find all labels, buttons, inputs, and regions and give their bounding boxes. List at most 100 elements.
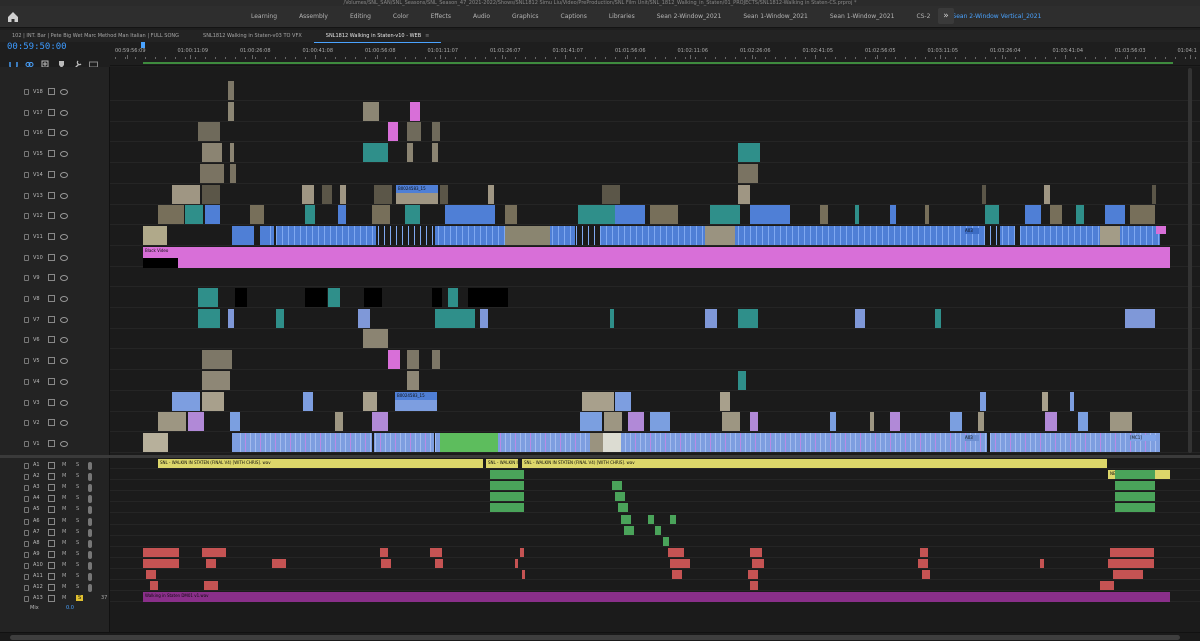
- video-clip[interactable]: [388, 122, 398, 142]
- microphone-icon[interactable]: [88, 506, 92, 515]
- eye-icon[interactable]: [60, 233, 68, 240]
- track-name[interactable]: V3: [33, 400, 40, 406]
- video-clip[interactable]: [980, 391, 986, 411]
- microphone-icon[interactable]: [88, 517, 92, 526]
- eye-icon[interactable]: [60, 254, 68, 261]
- video-clip[interactable]: [202, 370, 230, 390]
- sync-lock-icon[interactable]: [48, 573, 55, 580]
- eye-icon[interactable]: [60, 130, 68, 137]
- sync-lock-icon[interactable]: [48, 274, 55, 282]
- eye-icon[interactable]: [60, 171, 68, 178]
- adjustment-clip[interactable]: [1156, 225, 1166, 234]
- video-clip[interactable]: [198, 122, 220, 142]
- linked-selection-icon[interactable]: [25, 54, 34, 67]
- video-clip[interactable]: [407, 122, 421, 142]
- audio-clip[interactable]: [143, 558, 179, 568]
- eye-icon[interactable]: [60, 358, 68, 365]
- track-name[interactable]: A6: [33, 518, 40, 524]
- solo-button[interactable]: S: [76, 462, 79, 468]
- eye-icon[interactable]: [60, 440, 68, 447]
- video-clip[interactable]: [468, 288, 488, 307]
- video-clip[interactable]: [600, 225, 710, 245]
- mute-button[interactable]: M: [62, 518, 66, 524]
- track-lock-icon[interactable]: [24, 496, 29, 503]
- video-clip[interactable]: [1076, 205, 1084, 225]
- workspace-tab[interactable]: Sean 1-Window_2021: [732, 6, 819, 28]
- track-name[interactable]: V16: [33, 130, 43, 136]
- mute-button[interactable]: M: [62, 506, 66, 512]
- video-clip[interactable]: [158, 205, 184, 225]
- workspace-tab[interactable]: Assembly: [288, 6, 339, 28]
- captions-icon[interactable]: [89, 54, 98, 68]
- audio-clip[interactable]: [380, 547, 388, 557]
- audio-clip[interactable]: [520, 547, 524, 557]
- microphone-icon[interactable]: [88, 462, 92, 470]
- mute-button[interactable]: M: [62, 551, 66, 557]
- sync-lock-icon[interactable]: [48, 357, 55, 365]
- mute-button[interactable]: M: [62, 562, 66, 568]
- sync-lock-icon[interactable]: [48, 506, 55, 514]
- audio-clip[interactable]: [490, 470, 524, 480]
- video-clip[interactable]: [870, 412, 874, 432]
- eye-icon[interactable]: [60, 89, 68, 95]
- video-clip[interactable]: [202, 391, 224, 411]
- vertical-scrollbar[interactable]: [1188, 68, 1192, 453]
- video-clip[interactable]: [855, 205, 859, 225]
- mute-button[interactable]: M: [62, 584, 66, 590]
- mute-button[interactable]: M: [62, 495, 66, 501]
- track-name[interactable]: V18: [33, 89, 43, 95]
- video-clip[interactable]: [432, 288, 442, 307]
- eye-icon[interactable]: [60, 151, 68, 158]
- video-clip[interactable]: [978, 412, 984, 432]
- audio-clip[interactable]: [435, 558, 443, 568]
- track-name[interactable]: V6: [33, 337, 40, 343]
- video-clip[interactable]: [738, 308, 758, 328]
- mute-button[interactable]: M: [62, 484, 66, 490]
- sync-lock-icon[interactable]: [48, 336, 55, 344]
- video-clip[interactable]: [1130, 205, 1155, 225]
- track-name[interactable]: V8: [33, 296, 40, 302]
- video-clip[interactable]: [578, 205, 618, 225]
- thumbnail-clip[interactable]: [705, 225, 735, 245]
- video-clip[interactable]: [890, 205, 896, 225]
- video-clip[interactable]: [407, 143, 413, 163]
- sync-lock-icon[interactable]: [48, 253, 55, 261]
- video-clip[interactable]: [1044, 184, 1050, 204]
- track-name[interactable]: A5: [33, 506, 40, 512]
- audio-clip[interactable]: [612, 481, 622, 491]
- audio-clip[interactable]: Walking in Staten DM01 v1.wav: [143, 592, 1170, 603]
- video-clip[interactable]: [1070, 391, 1074, 411]
- video-clip[interactable]: [738, 143, 760, 163]
- sync-lock-icon[interactable]: [48, 377, 55, 385]
- audio-clip[interactable]: [615, 492, 625, 502]
- add-marker-icon[interactable]: [41, 54, 50, 68]
- video-clip[interactable]: [505, 205, 517, 225]
- track-name[interactable]: A2: [33, 473, 40, 479]
- track-lock-icon[interactable]: [24, 585, 29, 592]
- track-lock-icon[interactable]: [24, 440, 29, 447]
- eye-icon[interactable]: [60, 337, 68, 344]
- video-audio-divider[interactable]: [0, 455, 1200, 458]
- sequence-menu-icon[interactable]: ≡: [425, 33, 429, 39]
- scroll-thumb[interactable]: [10, 635, 1180, 640]
- track-lock-icon[interactable]: [24, 213, 29, 220]
- sync-lock-icon[interactable]: [48, 584, 55, 592]
- sync-lock-icon[interactable]: [48, 462, 55, 469]
- track-name[interactable]: A7: [33, 529, 40, 535]
- audio-clip[interactable]: [1100, 581, 1114, 591]
- video-clip[interactable]: [172, 184, 200, 204]
- track-name[interactable]: A1: [33, 462, 40, 468]
- workspace-tab[interactable]: Graphics: [501, 6, 550, 28]
- microphone-icon[interactable]: [88, 473, 92, 482]
- sequence-tab[interactable]: SNL1812 Walking in Staten-v03 TO VFX: [191, 30, 314, 42]
- audio-clip[interactable]: [1115, 481, 1155, 491]
- video-clip[interactable]: [338, 205, 346, 225]
- clip-tag[interactable]: A03: [965, 434, 979, 441]
- sync-lock-icon[interactable]: [48, 129, 55, 137]
- video-clip[interactable]: [202, 143, 222, 163]
- workspace-tab[interactable]: Captions: [550, 6, 598, 28]
- video-clip[interactable]: [1020, 225, 1160, 245]
- track-name[interactable]: V17: [33, 110, 43, 116]
- video-clip[interactable]: [1110, 412, 1132, 432]
- audio-clip[interactable]: [204, 581, 218, 591]
